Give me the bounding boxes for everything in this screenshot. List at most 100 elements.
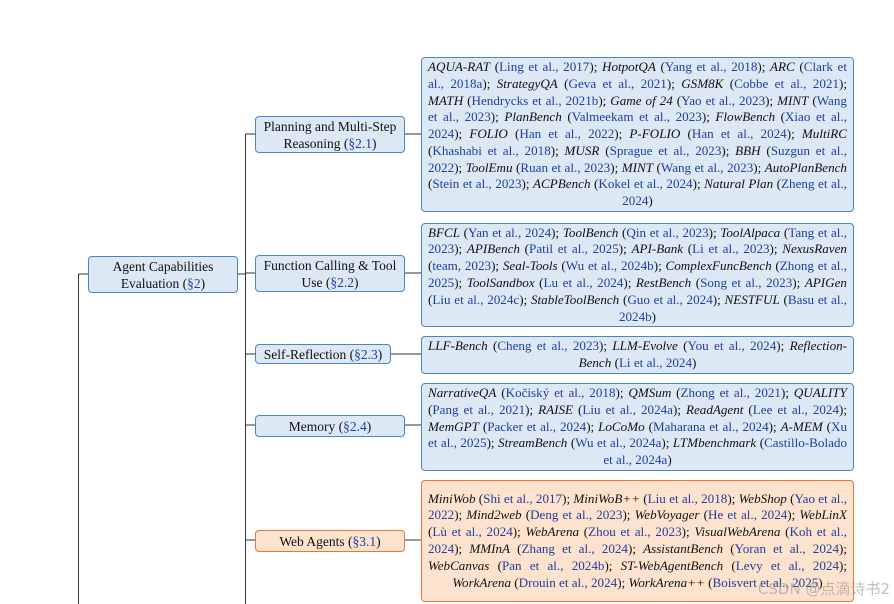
benchmark-entry: MATH (Hendrycks et al., 2021b); [428, 92, 611, 108]
benchmark-entry: RAISE (Liu et al., 2024a); [538, 401, 686, 417]
benchmark-name: NexusRaven [782, 241, 847, 257]
benchmark-citation[interactable]: Pan et al., 2024b [502, 558, 604, 573]
benchmark-citation[interactable]: Khashabi et al., 2018 [432, 143, 550, 158]
benchmark-entry: GSM8K (Cobbe et al., 2021); [681, 75, 847, 91]
benchmark-citation[interactable]: Yoran et al., 2024 [735, 541, 839, 556]
benchmark-citation[interactable]: You et al., 2024 [687, 338, 776, 353]
benchmark-citation[interactable]: Zhou et al., 2023 [588, 524, 681, 539]
benchmark-citation[interactable]: Han et al., 2022 [519, 126, 614, 141]
benchmark-name: RAISE [538, 401, 574, 417]
benchmark-entry: FOLIO (Han et al., 2022); [469, 126, 630, 142]
root-node[interactable]: Agent Capabilities Evaluation (§2) [88, 256, 238, 293]
benchmark-citation[interactable]: team, 2023 [432, 258, 491, 273]
benchmark-citation[interactable]: Song et al., 2023 [700, 275, 792, 290]
benchmark-citation[interactable]: Lu et al., 2024 [544, 275, 624, 290]
benchmark-citation[interactable]: Yang et al., 2018 [665, 59, 758, 74]
benchmark-name: PlanBench [504, 109, 562, 125]
benchmark-name: LoCoMo [598, 418, 645, 434]
benchmark-entry: MiniWob (Shi et al., 2017); [428, 490, 574, 506]
benchmark-entry: PlanBench (Valmeekam et al., 2023); [504, 109, 716, 125]
benchmark-citation[interactable]: Qin et al., 2023 [626, 225, 708, 240]
benchmark-name: Mind2web [466, 507, 522, 523]
benchmark-citation[interactable]: Patil et al., 2025 [529, 241, 619, 256]
benchmark-citation[interactable]: Drouin et al., 2024 [519, 575, 618, 590]
benchmark-name: StrategyQA [496, 75, 558, 91]
benchmark-name: API-Bank [631, 241, 684, 257]
benchmark-name: LLM-Evolve [612, 338, 678, 354]
benchmark-entry: ReadAgent (Lee et al., 2024); [685, 401, 848, 417]
category-function-calling[interactable]: Function Calling & Tool Use (§2.2) [255, 255, 405, 292]
benchmark-citation[interactable]: Geva et al., 2021 [569, 76, 667, 91]
benchmark-citation[interactable]: Li et al., 2023 [692, 241, 769, 256]
benchmark-citation[interactable]: Kokel et al., 2024 [598, 176, 692, 191]
benchmark-citation[interactable]: Sprague et al., 2023 [610, 143, 722, 158]
benchmark-citation[interactable]: Lee et al., 2024 [753, 402, 839, 417]
benchmark-citation[interactable]: Liu et al., 2018 [648, 491, 728, 506]
benchmark-name: FlowBench [715, 109, 776, 125]
benchmark-name: HotpotQA [601, 58, 656, 74]
benchmark-entry: Mind2web (Deng et al., 2023); [466, 507, 635, 523]
benchmark-entry: BFCL (Yan et al., 2024); [428, 224, 563, 240]
benchmark-name: Game of 24 [610, 92, 673, 108]
benchmark-entry: WebArena (Zhou et al., 2023); [525, 524, 695, 540]
benchmark-citation[interactable]: Han et al., 2024 [692, 126, 787, 141]
benchmark-citation[interactable]: He et al., 2024 [708, 507, 787, 522]
benchmark-citation[interactable]: Wu et al., 2024b [566, 258, 654, 273]
benchmark-entry: MiniWoB++ (Liu et al., 2018); [573, 490, 739, 506]
benchmark-citation[interactable]: Kočiský et al., 2018 [506, 385, 616, 400]
benchmark-entry: API-Bank (Li et al., 2023); [631, 241, 783, 257]
benchmark-name: ReadAgent [685, 401, 744, 417]
category-memory[interactable]: Memory (§2.4) [255, 415, 405, 437]
benchmark-entry: WorkArena (Drouin et al., 2024); [452, 574, 629, 590]
category-web-agents[interactable]: Web Agents (§3.1) [255, 530, 405, 552]
benchmark-name: ACPBench [533, 176, 591, 192]
benchmark-citation[interactable]: Guo et al., 2024 [627, 292, 712, 307]
benchmark-entry: RestBench (Song et al., 2023); [635, 275, 805, 290]
benchmark-citation[interactable]: Liu et al., 2024c [432, 292, 519, 307]
benchmark-entry: ToolEmu (Ruan et al., 2023); [465, 159, 622, 175]
root-ref: §2 [187, 275, 201, 291]
benchmark-citation[interactable]: Cheng et al., 2023 [497, 338, 599, 353]
benchmark-name: LTMbenchmark [672, 435, 757, 451]
benchmark-name: GSM8K [681, 75, 724, 91]
benchmark-citation[interactable]: Deng et al., 2023 [530, 507, 622, 522]
benchmark-name: APIBench [466, 241, 520, 257]
benchmark-entry: AQUA-RAT (Ling et al., 2017); [428, 58, 602, 74]
benchmark-name: VisualWebArena [694, 524, 781, 540]
benchmark-name: NESTFUL [724, 291, 780, 307]
benchmark-citation[interactable]: Liu et al., 2024a [582, 402, 673, 417]
benchmark-citation[interactable]: Maharana et al., 2024 [653, 419, 769, 434]
category-self-reflection[interactable]: Self-Reflection (§2.3) [255, 344, 391, 364]
leaf-planning-benchmarks: AQUA-RAT (Ling et al., 2017); HotpotQA (… [421, 57, 854, 212]
benchmark-citation[interactable]: Packer et al., 2024 [487, 419, 586, 434]
benchmark-name: FOLIO [469, 126, 508, 142]
benchmark-citation[interactable]: Zhang et al., 2024 [522, 541, 628, 556]
leaf-memory-benchmarks: NarrativeQA (Kočiský et al., 2018); QMSu… [421, 383, 854, 471]
benchmark-citation[interactable]: Ling et al., 2017 [499, 59, 589, 74]
benchmark-citation[interactable]: Levy et al., 2024 [736, 558, 839, 573]
benchmark-name: ST-WebAgentBench [620, 557, 724, 573]
benchmark-citation[interactable]: Zhong et al., 2021 [681, 385, 781, 400]
benchmark-citation[interactable]: Pang et al., 2021 [432, 402, 525, 417]
benchmark-citation[interactable]: Wang et al., 2023 [661, 160, 753, 175]
benchmark-citation[interactable]: Lù et al., 2024 [432, 524, 512, 539]
benchmark-citation[interactable]: Valmeekam et al., 2023 [572, 109, 702, 124]
benchmark-entry: ToolSandbox (Lu et al., 2024); [466, 275, 636, 290]
benchmark-citation[interactable]: Ruan et al., 2023 [520, 160, 610, 175]
benchmark-citation[interactable]: Stein et al., 2023 [432, 176, 521, 191]
benchmark-citation[interactable]: Yan et al., 2024 [468, 225, 551, 240]
benchmark-citation[interactable]: Yao et al., 2023 [681, 93, 765, 108]
category-planning[interactable]: Planning and Multi-Step Reasoning (§2.1) [255, 116, 405, 153]
benchmark-name: WorkArena++ [628, 574, 705, 590]
benchmark-name: WebLinX [799, 507, 847, 523]
benchmark-citation[interactable]: Shi et al., 2017 [483, 491, 562, 506]
benchmark-name: NarrativeQA [428, 385, 497, 400]
benchmark-citation[interactable]: Hendrycks et al., 2021b [472, 93, 599, 108]
benchmark-name: MMInA [469, 541, 511, 556]
leaf-function-benchmarks: BFCL (Yan et al., 2024); ToolBench (Qin … [421, 223, 854, 327]
benchmark-name: MATH [428, 92, 464, 108]
benchmark-citation[interactable]: Wu et al., 2024a [575, 435, 661, 450]
benchmark-citation[interactable]: Cobbe et al., 2021 [734, 76, 839, 91]
benchmark-name: ToolEmu [465, 159, 513, 175]
benchmark-citation[interactable]: Li et al., 2024 [619, 355, 692, 370]
